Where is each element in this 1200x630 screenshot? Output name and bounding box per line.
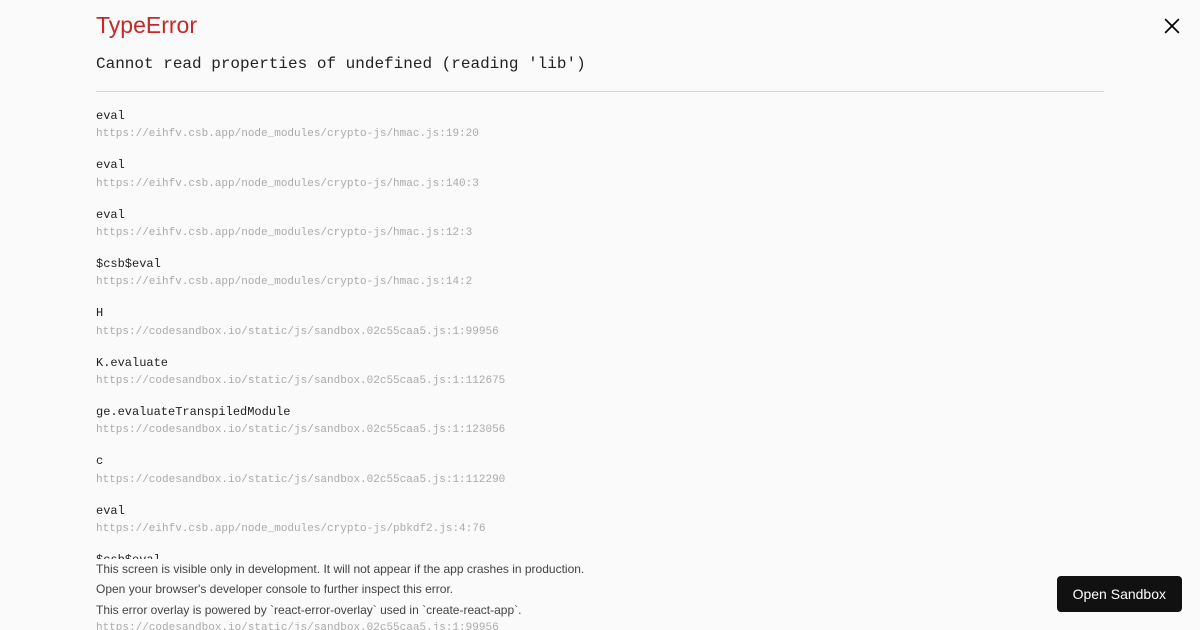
stack-frame-function: K.evaluate: [96, 355, 1104, 372]
open-sandbox-button[interactable]: Open Sandbox: [1057, 576, 1182, 612]
stack-frame-location: https://eihfv.csb.app/node_modules/crypt…: [96, 177, 1104, 193]
stack-frame-function: ge.evaluateTranspiledModule: [96, 404, 1104, 421]
stack-frame-function: eval: [96, 503, 1104, 520]
stack-frame-location: https://eihfv.csb.app/node_modules/crypt…: [96, 127, 1104, 143]
stack-frame-location: https://codesandbox.io/static/js/sandbox…: [96, 621, 1104, 630]
footer-line-3: This error overlay is powered by `react-…: [96, 602, 1104, 619]
stack-frame: eval https://eihfv.csb.app/node_modules/c…: [96, 207, 1104, 242]
stack-frame: eval https://eihfv.csb.app/node_modules/c…: [96, 108, 1104, 143]
stack-frame-function: eval: [96, 157, 1104, 174]
stack-frame: Hhttps://codesandbox.io/static/js/sandbo…: [96, 305, 1104, 340]
stack-frame-function: H: [96, 305, 1104, 322]
footer-notes: This screen is visible only in developme…: [96, 559, 1104, 622]
stack-frame-location: https://eihfv.csb.app/node_modules/crypt…: [96, 275, 1104, 291]
stack-frame: eval https://eihfv.csb.app/node_modules/c…: [96, 503, 1104, 538]
stack-frame: eval https://eihfv.csb.app/node_modules/c…: [96, 157, 1104, 192]
close-icon: [1160, 18, 1184, 34]
error-name: TypeError: [96, 12, 1104, 49]
stack-frame: K.evaluate https://codesandbox.io/static/…: [96, 355, 1104, 390]
stack-frame-location: https://codesandbox.io/static/js/sandbox…: [96, 325, 1104, 341]
error-content: TypeError Cannot read properties of unde…: [96, 12, 1104, 630]
divider: [96, 91, 1104, 92]
footer-line-1: This screen is visible only in developme…: [96, 561, 1104, 578]
stack-frame-function: $csb$eval: [96, 256, 1104, 273]
stack-frame-location: https://codesandbox.io/static/js/sandbox…: [96, 473, 1104, 489]
stack-frame: ge.evaluateTranspiledModule https://codes…: [96, 404, 1104, 439]
stack-frame-location: https://eihfv.csb.app/node_modules/crypt…: [96, 522, 1104, 538]
error-message: Cannot read properties of undefined (rea…: [96, 49, 1104, 91]
stack-frame: c https://codesandbox.io/static/js/sandbo…: [96, 453, 1104, 488]
error-overlay: TypeError Cannot read properties of unde…: [0, 0, 1200, 630]
stack-frame-location: https://codesandbox.io/static/js/sandbox…: [96, 374, 1104, 390]
stack-frame: $csb$eval https://eihfv.csb.app/node_modu…: [96, 256, 1104, 291]
stack-frame-location: https://eihfv.csb.app/node_modules/crypt…: [96, 226, 1104, 242]
footer-line-2: Open your browser's developer console to…: [96, 581, 1104, 598]
stack-frame-function: eval: [96, 108, 1104, 125]
close-button[interactable]: [1160, 18, 1184, 42]
stack-trace: eval https://eihfv.csb.app/node_modules/c…: [96, 108, 1104, 630]
stack-frame-function: eval: [96, 207, 1104, 224]
stack-frame-function: c: [96, 453, 1104, 470]
stack-frame-location: https://codesandbox.io/static/js/sandbox…: [96, 423, 1104, 439]
